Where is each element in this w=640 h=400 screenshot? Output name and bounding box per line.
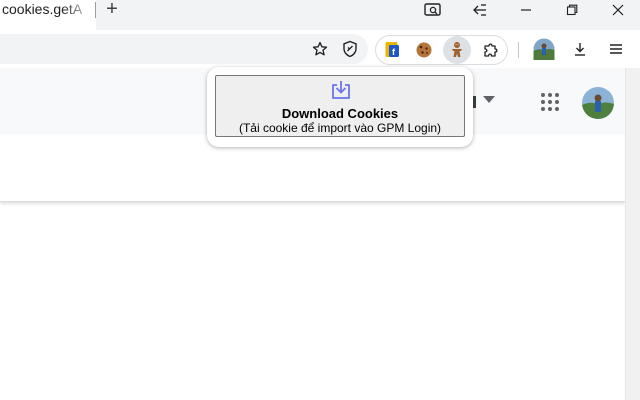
tab-title-fade [62, 0, 96, 30]
dropdown-caret-icon[interactable] [483, 96, 495, 103]
close-window-button[interactable] [598, 0, 638, 20]
bookmark-star-icon [312, 41, 328, 56]
browser-window: cookies.getAll + f Download Cookies (Tải… [0, 0, 640, 400]
new-tab-button[interactable]: + [102, 0, 122, 20]
page-scrollbar[interactable] [625, 68, 640, 400]
shield-extension-icon [343, 40, 357, 58]
account-avatar[interactable] [582, 87, 614, 119]
tab-strip: cookies.getAll + [0, 0, 640, 30]
download-cookies-subtitle: (Tải cookie để import vào GPM Login) [238, 121, 442, 135]
tab-back-button[interactable] [460, 0, 500, 20]
apps-grid-icon[interactable] [540, 92, 560, 112]
extension-popup: Download Cookies (Tải cookie để import v… [207, 67, 473, 147]
extensions-menu-button[interactable] [477, 36, 505, 64]
restore-button[interactable] [552, 0, 592, 20]
cookie-extension-icon [416, 42, 432, 58]
account-avatar-image [582, 87, 614, 119]
active-tab[interactable]: cookies.getAll [0, 0, 96, 30]
download-cookies-title: Download Cookies [281, 106, 399, 121]
menu-icon [610, 44, 622, 54]
browser-toolbar: f [0, 30, 640, 68]
restore-icon [566, 4, 578, 16]
browser-menu-button[interactable] [602, 35, 630, 63]
facebook-extension-button[interactable]: f [378, 36, 406, 64]
minimize-icon [521, 9, 531, 11]
cookie-extension-button[interactable] [410, 36, 438, 64]
profile-button[interactable] [530, 35, 558, 63]
search-tabs-icon [424, 3, 441, 16]
puzzle-extensions-icon [484, 43, 498, 57]
profile-avatar [533, 38, 555, 60]
bookmark-button[interactable] [306, 35, 334, 63]
minimize-button[interactable] [506, 0, 546, 20]
close-icon [612, 4, 624, 16]
toolbar-divider [518, 42, 519, 58]
tab-separator [95, 2, 96, 18]
search-tabs-button[interactable] [413, 0, 453, 20]
gingerbread-extension-icon [452, 42, 462, 57]
gingerbread-extension-button[interactable] [443, 36, 471, 64]
shield-extension-button[interactable] [336, 35, 364, 63]
download-tray-icon [332, 81, 350, 99]
facebook-extension-icon: f [385, 42, 399, 57]
download-cookies-button[interactable]: Download Cookies (Tải cookie để import v… [215, 75, 465, 137]
downloads-button[interactable] [566, 35, 594, 63]
back-arrows-icon [473, 4, 486, 16]
download-icon [575, 43, 585, 56]
